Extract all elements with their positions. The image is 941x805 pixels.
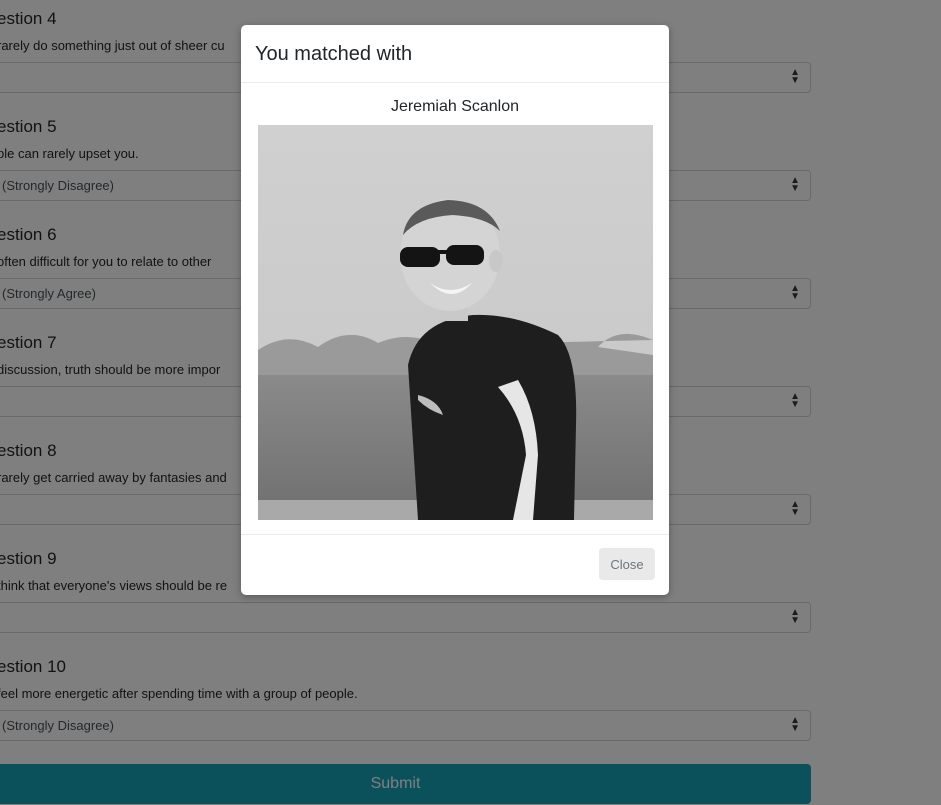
modal-header: You matched with	[241, 25, 669, 83]
profile-photo	[258, 125, 653, 520]
modal-title: You matched with	[255, 43, 413, 65]
match-modal: You matched with Jeremiah Scanlon Close	[241, 25, 669, 595]
close-button[interactable]: Close	[599, 548, 655, 580]
modal-footer-divider	[241, 534, 669, 535]
match-name: Jeremiah Scanlon	[390, 98, 520, 115]
